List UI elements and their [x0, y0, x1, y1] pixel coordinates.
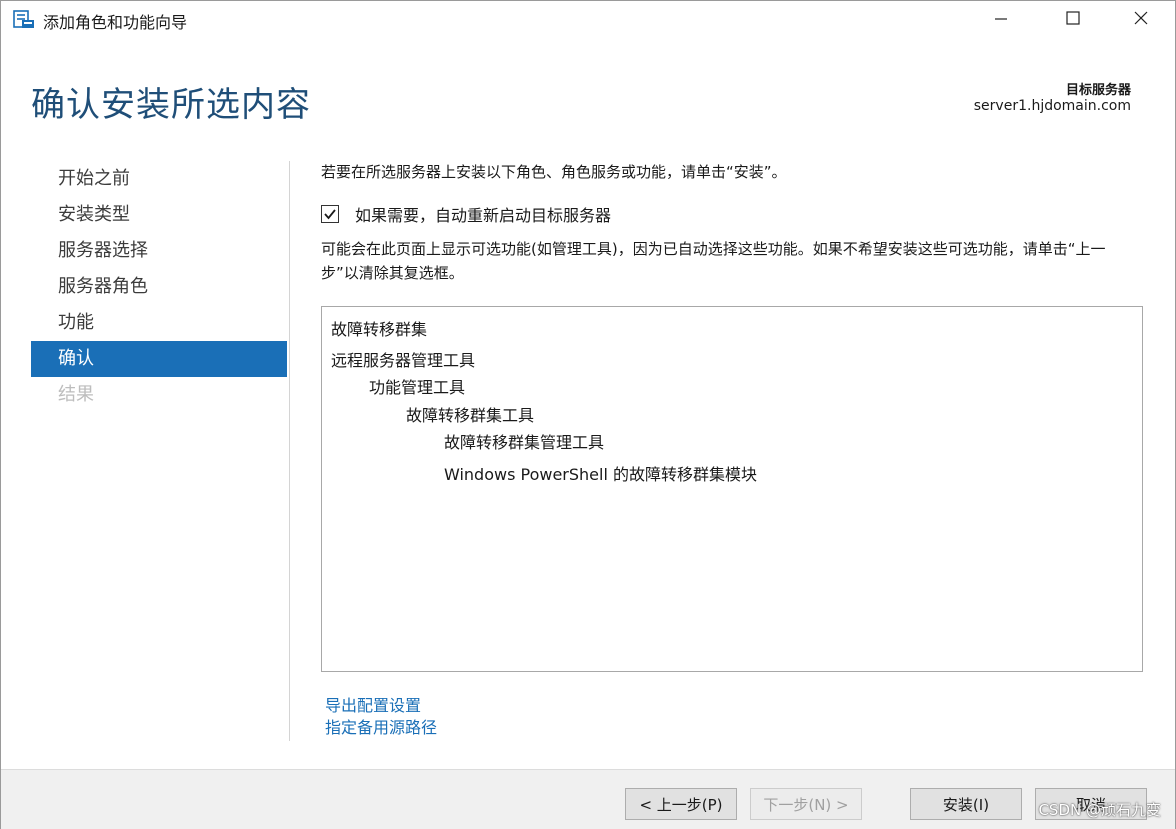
- server-manager-icon: [13, 10, 34, 28]
- export-config-link[interactable]: 导出配置设置: [325, 695, 437, 717]
- minimize-button[interactable]: [975, 1, 1027, 35]
- page-title: 确认安装所选内容: [31, 85, 311, 125]
- feature-item: 远程服务器管理工具: [331, 351, 476, 370]
- feature-item: 故障转移群集: [331, 320, 428, 339]
- nav-item-server-selection[interactable]: 服务器选择: [31, 233, 287, 269]
- target-server-value: server1.hjdomain.com: [973, 98, 1131, 114]
- nav-item-confirmation[interactable]: 确认: [31, 341, 287, 377]
- feature-item: 功能管理工具: [369, 378, 466, 397]
- nav-item-server-roles[interactable]: 服务器角色: [31, 269, 287, 305]
- feature-item: Windows PowerShell 的故障转移群集模块: [444, 465, 758, 484]
- nav-item-before-you-begin[interactable]: 开始之前: [31, 161, 287, 197]
- feature-list[interactable]: 故障转移群集 远程服务器管理工具 功能管理工具 故障转移群集工具 故障转移群集管…: [321, 306, 1143, 672]
- maximize-button[interactable]: [1047, 1, 1099, 35]
- install-button[interactable]: 安装(I): [910, 788, 1022, 820]
- previous-button[interactable]: < 上一步(P): [625, 788, 737, 820]
- wizard-window: 添加角色和功能向导 确认安装所选内容 目标服务器 server1.hjdomai…: [0, 0, 1176, 829]
- title-bar[interactable]: 添加角色和功能向导: [1, 1, 1175, 37]
- nav-divider: [289, 161, 290, 741]
- close-icon: [1134, 11, 1148, 25]
- watermark: CSDN @顽石九变: [1038, 801, 1161, 819]
- restart-checkbox[interactable]: [321, 205, 339, 223]
- target-server-label: 目标服务器: [1065, 83, 1131, 98]
- next-button: 下一步(N) >: [750, 788, 862, 820]
- feature-item: 故障转移群集工具: [406, 406, 535, 425]
- checkmark-icon: [324, 209, 336, 220]
- content-links: 导出配置设置 指定备用源路径: [325, 695, 437, 739]
- nav-item-results: 结果: [58, 384, 94, 405]
- maximize-icon: [1066, 11, 1080, 25]
- nav-item-features[interactable]: 功能: [31, 305, 287, 341]
- window-title: 添加角色和功能向导: [43, 13, 188, 32]
- wizard-nav: 开始之前 安装类型 服务器选择 服务器角色 功能 确认 结果: [31, 161, 287, 413]
- feature-item: 故障转移群集管理工具: [444, 433, 605, 452]
- close-button[interactable]: [1115, 1, 1167, 35]
- restart-option[interactable]: 如果需要，自动重新启动目标服务器: [321, 203, 611, 225]
- nav-item-installation-type[interactable]: 安装类型: [31, 197, 287, 233]
- alternate-source-link[interactable]: 指定备用源路径: [325, 717, 437, 739]
- minimize-icon: [995, 18, 1007, 20]
- intro-text: 若要在所选服务器上安装以下角色、角色服务或功能，请单击“安装”。: [321, 163, 787, 181]
- restart-checkbox-label[interactable]: 如果需要，自动重新启动目标服务器: [355, 202, 611, 226]
- optional-features-note: 可能会在此页面上显示可选功能(如管理工具)，因为已自动选择这些功能。如果不希望安…: [321, 240, 1106, 282]
- wizard-footer: < 上一步(P) 下一步(N) > 安装(I) 取消: [1, 769, 1175, 829]
